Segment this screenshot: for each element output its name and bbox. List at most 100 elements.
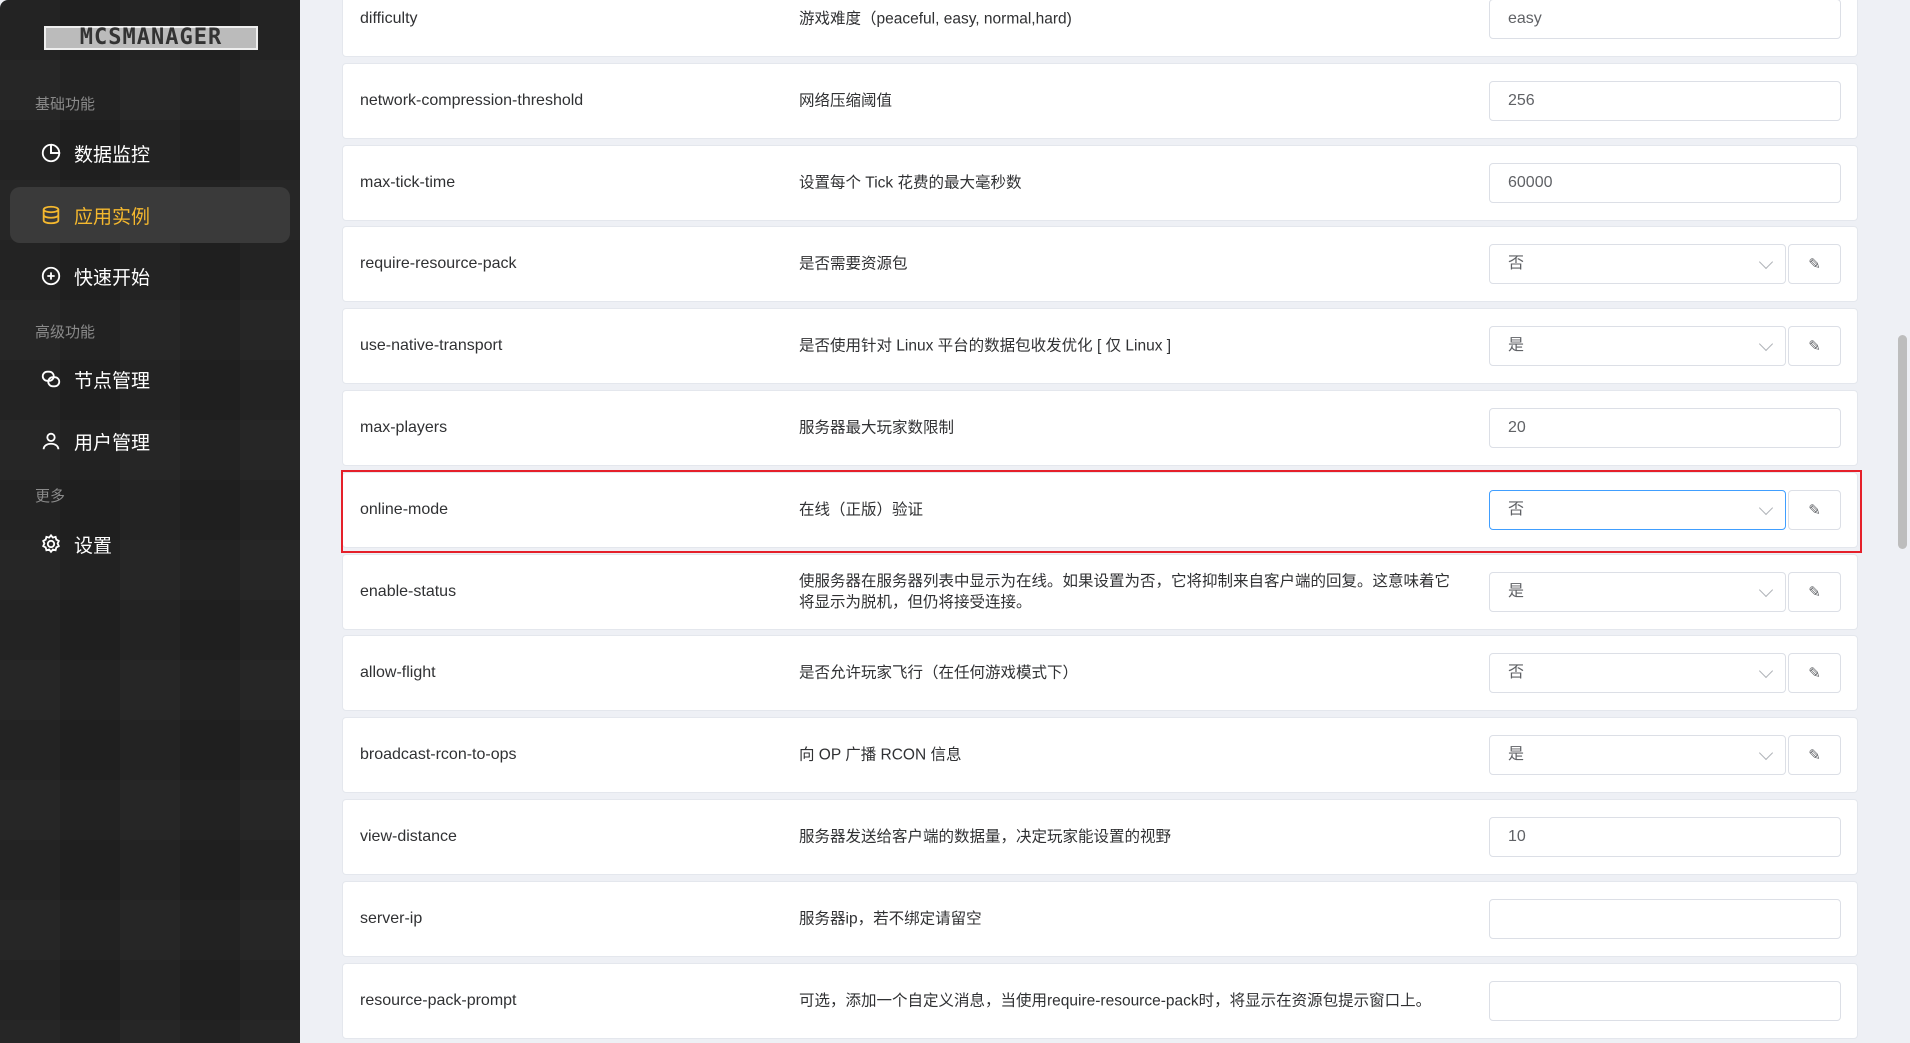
group-label: 基础功能 — [35, 96, 96, 113]
config-row-use-native-transport: use-native-transport 是否使用针对 Linux 平台的数据包… — [342, 308, 1858, 385]
config-description: 可选，添加一个自定义消息，当使用require-resource-pack时，将… — [799, 992, 1432, 1010]
config-description: 使服务器在服务器列表中显示为在线。如果设置为否，它将抑制来自客户端的回复。这意味… — [799, 572, 1451, 611]
scrollbar[interactable] — [1898, 335, 1907, 549]
config-row-max-tick-time: max-tick-time 设置每个 Tick 花费的最大毫秒数 60000 — [342, 144, 1858, 221]
sidebar-item-label: 应用实例 — [74, 206, 151, 228]
chevron-down-icon — [1758, 746, 1774, 761]
chevron-down-icon — [1758, 664, 1774, 679]
config-key: broadcast-rcon-to-ops — [360, 746, 517, 764]
value-select[interactable]: 否 — [1489, 244, 1786, 285]
value-select[interactable]: 是 — [1489, 571, 1786, 612]
sidebar-item-label: 数据监控 — [74, 144, 151, 166]
config-key: server-ip — [360, 909, 423, 927]
value-select[interactable]: 是 — [1489, 735, 1786, 776]
config-list: difficulty 游戏难度（peaceful, easy, normal,h… — [300, 0, 1910, 1043]
config-description: 在线（正版）验证 — [799, 501, 924, 519]
config-key: allow-flight — [360, 664, 436, 682]
config-key: use-native-transport — [360, 337, 503, 355]
database-icon — [42, 205, 60, 225]
config-description: 是否允许玩家飞行（在任何游戏模式下） — [799, 664, 1079, 682]
value-input[interactable] — [1489, 898, 1841, 939]
chevron-down-icon — [1758, 500, 1774, 515]
edit-button[interactable]: ✎ — [1788, 653, 1841, 694]
edit-button[interactable]: ✎ — [1788, 244, 1841, 285]
pencil-icon: ✎ — [1808, 747, 1821, 765]
config-key: difficulty — [360, 10, 418, 27]
select-value: 否 — [1508, 255, 1525, 273]
edit-button[interactable]: ✎ — [1788, 489, 1841, 530]
select-value: 是 — [1508, 746, 1525, 764]
config-description: 服务器最大玩家数限制 — [799, 419, 955, 437]
config-key: max-players — [360, 419, 448, 436]
value-input[interactable]: 60000 — [1489, 162, 1841, 203]
config-description: 向 OP 广播 RCON 信息 — [799, 746, 962, 764]
select-value: 是 — [1508, 582, 1525, 600]
input-value: easy — [1508, 10, 1542, 27]
sidebar-item-label: 快速开始 — [74, 267, 151, 289]
edit-button[interactable]: ✎ — [1788, 735, 1841, 776]
logo: MCSMANAGER — [44, 26, 258, 50]
value-select[interactable]: 否 — [1489, 653, 1786, 694]
sidebar-item-monitor[interactable]: 数据监控 — [10, 125, 290, 181]
sidebar-item-label: 节点管理 — [74, 370, 151, 392]
input-value: 10 — [1508, 828, 1526, 845]
pencil-icon: ✎ — [1808, 583, 1821, 601]
config-key: online-mode — [360, 500, 449, 518]
input-value: 20 — [1508, 419, 1526, 436]
chevron-down-icon — [1758, 337, 1774, 352]
config-key: view-distance — [360, 828, 457, 845]
config-row-require-resource-pack: require-resource-pack 是否需要资源包 否 ✎ — [342, 226, 1858, 303]
value-input[interactable]: 10 — [1489, 817, 1841, 857]
input-value: 60000 — [1508, 173, 1553, 191]
config-key: max-tick-time — [360, 173, 456, 191]
user-icon — [42, 432, 60, 450]
pencil-icon: ✎ — [1808, 256, 1821, 274]
value-input[interactable]: 20 — [1489, 408, 1841, 448]
config-row-difficulty: difficulty 游戏难度（peaceful, easy, normal,h… — [342, 0, 1858, 57]
pencil-icon: ✎ — [1808, 338, 1821, 356]
group-label: 高级功能 — [35, 324, 96, 341]
config-description: 是否需要资源包 — [799, 255, 908, 273]
select-value: 是 — [1508, 337, 1525, 355]
config-description: 游戏难度（peaceful, easy, normal,hard) — [799, 10, 1072, 28]
config-row-view-distance: view-distance 服务器发送给客户端的数据量，决定玩家能设置的视野 10 — [342, 799, 1858, 875]
config-row-network-compression-threshold: network-compression-threshold 网络压缩阈值 256 — [342, 62, 1858, 139]
config-key: resource-pack-prompt — [360, 991, 517, 1009]
sidebar-item-quickstart[interactable]: 快速开始 — [10, 248, 290, 304]
config-row-broadcast-rcon-to-ops: broadcast-rcon-to-ops 向 OP 广播 RCON 信息 是 ✎ — [342, 717, 1858, 794]
value-input[interactable] — [1489, 980, 1841, 1021]
config-row-online-mode: online-mode 在线（正版）验证 否 ✎ — [342, 471, 1858, 548]
chevron-down-icon — [1758, 255, 1774, 270]
value-select[interactable]: 是 — [1489, 326, 1786, 367]
sidebar-item-settings[interactable]: 设置 — [10, 516, 290, 572]
edit-button[interactable]: ✎ — [1788, 326, 1841, 367]
select-value: 否 — [1508, 664, 1525, 682]
sidebar-item-label: 设置 — [74, 535, 113, 557]
select-value: 否 — [1508, 500, 1525, 518]
value-input[interactable]: 256 — [1489, 80, 1841, 121]
sidebar-item-label: 用户管理 — [74, 432, 151, 454]
value-input[interactable]: easy — [1489, 0, 1841, 39]
plus-circle-icon — [41, 266, 61, 286]
edit-button[interactable]: ✎ — [1788, 571, 1841, 612]
config-row-allow-flight: allow-flight 是否允许玩家飞行（在任何游戏模式下） 否 ✎ — [342, 635, 1858, 712]
config-description: 服务器ip，若不绑定请留空 — [799, 910, 982, 928]
sidebar-item-users[interactable]: 用户管理 — [10, 413, 290, 469]
chevron-down-icon — [1758, 582, 1774, 597]
config-key: network-compression-threshold — [360, 91, 584, 109]
pencil-icon: ✎ — [1808, 665, 1821, 683]
sidebar: MCSMANAGER 基础功能 数据监控 应用实例 快速开始 高级功能 节点管理… — [0, 0, 300, 1043]
sidebar-item-instances[interactable]: 应用实例 — [10, 187, 290, 243]
nodes-icon — [41, 370, 61, 388]
config-description: 是否使用针对 Linux 平台的数据包收发优化 [ 仅 Linux ] — [799, 337, 1172, 355]
config-description: 网络压缩阈值 — [799, 92, 893, 110]
config-key: require-resource-pack — [360, 255, 517, 273]
config-row-enable-status: enable-status 使服务器在服务器列表中显示为在线。如果设置为否，它将… — [342, 553, 1858, 630]
config-row-server-ip: server-ip 服务器ip，若不绑定请留空 — [342, 880, 1858, 957]
gear-icon — [42, 533, 60, 554]
config-key: enable-status — [360, 582, 457, 600]
value-select[interactable]: 否 — [1489, 489, 1786, 530]
input-value: 256 — [1508, 91, 1535, 109]
config-description: 设置每个 Tick 花费的最大毫秒数 — [799, 174, 1022, 192]
sidebar-item-nodes[interactable]: 节点管理 — [10, 351, 290, 407]
